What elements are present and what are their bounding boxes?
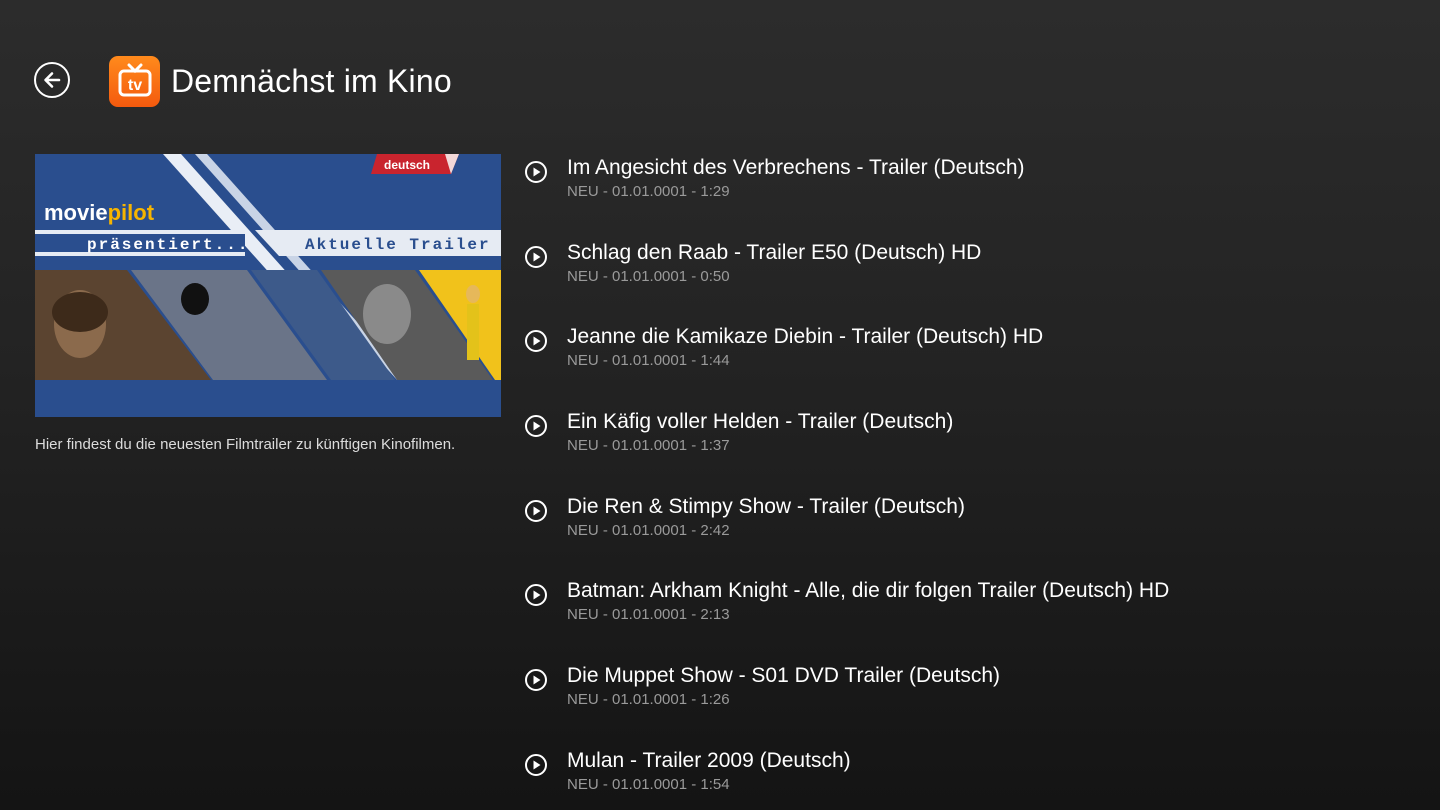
trailer-meta: NEU - 01.01.0001 - 1:29 (567, 183, 730, 200)
trailer-title: Mulan - Trailer 2009 (Deutsch) (567, 748, 851, 772)
trailer-title: Die Muppet Show - S01 DVD Trailer (Deuts… (567, 664, 1000, 688)
trailer-item[interactable]: Jeanne die Kamikaze Diebin - Trailer (De… (522, 321, 1422, 406)
trailer-title: Die Ren & Stimpy Show - Trailer (Deutsch… (567, 494, 965, 518)
trailer-title: Schlag den Raab - Trailer E50 (Deutsch) … (567, 240, 982, 264)
play-icon (525, 245, 547, 268)
banner-badge: deutsch (384, 158, 430, 172)
page-title: Demnächst im Kino (171, 63, 452, 99)
banner-presents: präsentiert... (87, 236, 249, 254)
trailer-item[interactable]: Mulan - Trailer 2009 (Deutsch) NEU - 01.… (522, 745, 1422, 810)
play-icon (525, 161, 547, 183)
logo-text: tv (127, 77, 141, 94)
trailer-meta: NEU - 01.01.0001 - 1:26 (567, 691, 730, 709)
trailer-title: Batman: Arkham Knight - Alle, die dir fo… (567, 579, 1170, 603)
back-arrow-icon (44, 72, 61, 88)
play-icon (525, 584, 547, 607)
trailer-meta: NEU - 01.01.0001 - 1:44 (567, 352, 730, 370)
trailer-item[interactable]: Die Muppet Show - S01 DVD Trailer (Deuts… (522, 660, 1422, 745)
banner-subtitle: Aktuelle Trailer (305, 236, 491, 254)
trailer-meta: NEU - 01.01.0001 - 2:13 (567, 606, 730, 624)
trailer-title: Ein Käfig voller Helden - Trailer (Deuts… (567, 410, 954, 434)
play-icon (525, 330, 547, 353)
tv-icon: tv (118, 63, 151, 96)
trailer-item[interactable]: Die Ren & Stimpy Show - Trailer (Deutsch… (522, 491, 1422, 576)
trailer-meta: NEU - 01.01.0001 - 1:37 (567, 437, 730, 455)
section-description: Hier findest du die neuesten Filmtrailer… (35, 436, 456, 453)
play-icon (525, 753, 547, 776)
back-button[interactable] (34, 62, 70, 98)
trailer-title: Im Angesicht des Verbrechens - Trailer (… (567, 156, 1025, 179)
trailer-meta: NEU - 01.01.0001 - 2:42 (567, 521, 730, 539)
banner-brand-first: movie (44, 200, 108, 225)
banner-graphic: deutsch moviepilot präsentiert... Aktuel… (35, 154, 501, 417)
banner-brand-second: pilot (108, 200, 155, 225)
trailer-item[interactable]: Ein Käfig voller Helden - Trailer (Deuts… (522, 406, 1422, 491)
trailer-meta: NEU - 01.01.0001 - 1:54 (567, 775, 730, 793)
trailer-item[interactable]: Batman: Arkham Knight - Alle, die dir fo… (522, 575, 1422, 660)
banner-image[interactable]: deutsch moviepilot präsentiert... Aktuel… (35, 154, 501, 417)
trailer-meta: NEU - 01.01.0001 - 0:50 (567, 267, 730, 285)
play-icon (525, 669, 547, 692)
trailer-list: Im Angesicht des Verbrechens - Trailer (… (522, 152, 1422, 810)
play-icon (525, 415, 547, 438)
trailer-title: Jeanne die Kamikaze Diebin - Trailer (De… (567, 325, 1044, 349)
svg-text:moviepilot: moviepilot (44, 200, 155, 225)
trailer-item[interactable]: Im Angesicht des Verbrechens - Trailer (… (522, 152, 1422, 237)
play-icon (525, 499, 547, 522)
trailer-item[interactable]: Schlag den Raab - Trailer E50 (Deutsch) … (522, 237, 1422, 322)
app-page: tv Demnächst im Kino deutsch moviepilot … (0, 0, 1440, 810)
app-logo: tv (109, 56, 160, 107)
